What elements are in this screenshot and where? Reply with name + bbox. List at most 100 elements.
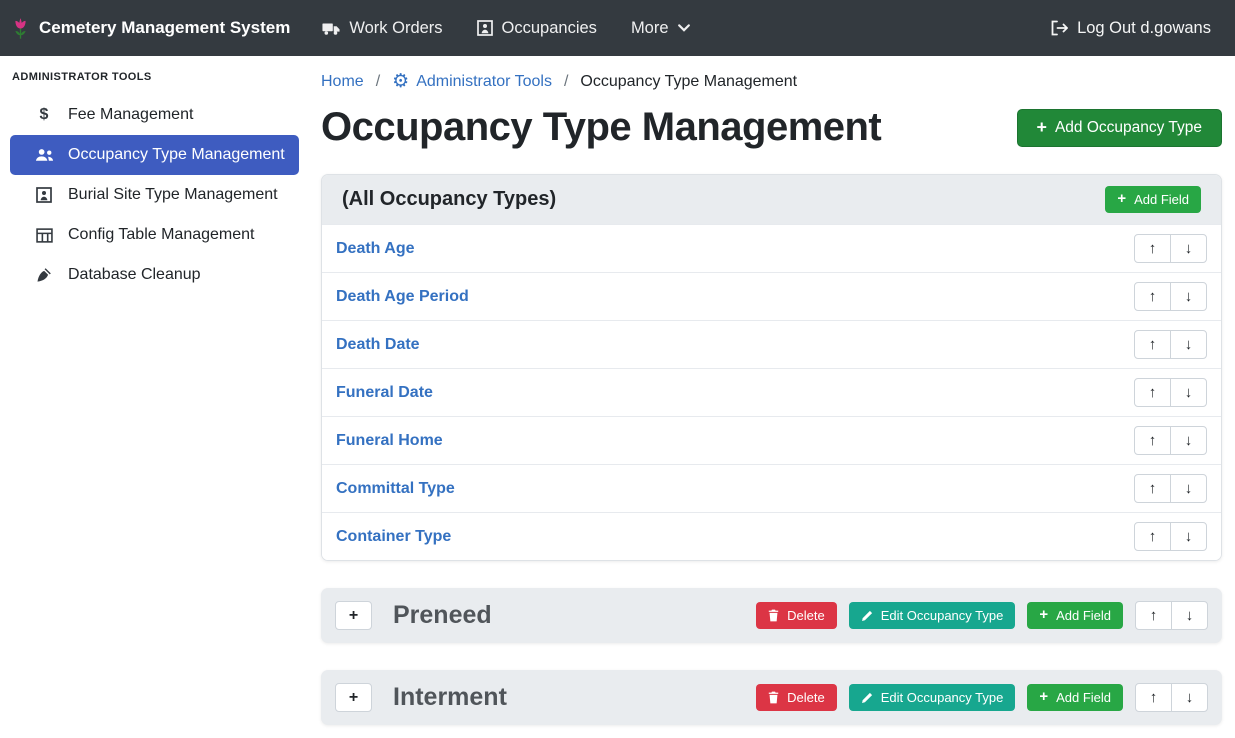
sidebar-item-fee-management[interactable]: $ Fee Management: [10, 95, 299, 135]
sidebar-item-config-table-management[interactable]: Config Table Management: [10, 215, 299, 255]
add-field-button[interactable]: + Add Field: [1105, 186, 1201, 213]
field-row: Committal Type ↑ ↓: [322, 464, 1221, 512]
users-icon: [33, 148, 55, 162]
arrow-down-icon: ↓: [1185, 336, 1193, 353]
page-title: Occupancy Type Management: [321, 105, 881, 150]
sidebar: ADMINISTRATOR TOOLS $ Fee Management Occ…: [0, 56, 305, 738]
arrow-up-icon: ↑: [1149, 240, 1157, 257]
move-up-button[interactable]: ↑: [1135, 683, 1172, 712]
move-up-button[interactable]: ↑: [1135, 601, 1172, 630]
nav-work-orders[interactable]: Work Orders: [322, 19, 442, 38]
occupancy-type-title: Interment: [393, 683, 756, 712]
field-row: Death Date ↑ ↓: [322, 320, 1221, 368]
layout: ADMINISTRATOR TOOLS $ Fee Management Occ…: [0, 56, 1235, 738]
field-row: Death Age ↑ ↓: [322, 224, 1221, 272]
section-actions: Delete Edit Occupancy Type +: [756, 601, 1208, 630]
arrow-up-icon: ↑: [1150, 607, 1158, 624]
field-row: Funeral Home ↑ ↓: [322, 416, 1221, 464]
move-down-button[interactable]: ↓: [1171, 601, 1208, 630]
move-down-button[interactable]: ↓: [1170, 282, 1207, 311]
arrow-up-icon: ↑: [1149, 528, 1157, 545]
sidebar-item-occupancy-type-management[interactable]: Occupancy Type Management: [10, 135, 299, 175]
breadcrumb-current: Occupancy Type Management: [580, 73, 797, 91]
field-link[interactable]: Funeral Date: [336, 384, 433, 402]
arrow-up-icon: ↑: [1149, 384, 1157, 401]
plus-icon: +: [349, 607, 358, 625]
add-occupancy-type-label: Add Occupancy Type: [1055, 119, 1202, 137]
nav-occupancies[interactable]: Occupancies: [477, 19, 597, 38]
field-row: Container Type ↑ ↓: [322, 512, 1221, 560]
nav-work-orders-label: Work Orders: [349, 19, 442, 38]
move-up-button[interactable]: ↑: [1134, 378, 1171, 407]
breadcrumb-admin-tools[interactable]: ⚙ Administrator Tools: [392, 72, 552, 91]
reorder-button-group: ↑ ↓: [1134, 378, 1207, 407]
plus-icon: +: [1117, 192, 1126, 207]
edit-occupancy-type-button[interactable]: Edit Occupancy Type: [849, 684, 1016, 711]
logout-link[interactable]: Log Out d.gowans: [1050, 19, 1211, 38]
sidebar-item-database-cleanup[interactable]: Database Cleanup: [10, 255, 299, 295]
move-up-button[interactable]: ↑: [1134, 522, 1171, 551]
expand-section-button[interactable]: +: [335, 683, 372, 712]
arrow-down-icon: ↓: [1185, 528, 1193, 545]
all-types-card-title: (All Occupancy Types): [342, 188, 556, 211]
move-up-button[interactable]: ↑: [1134, 330, 1171, 359]
top-navbar: Cemetery Management System Work Orders: [0, 0, 1235, 56]
sidebar-item-label: Occupancy Type Management: [68, 146, 285, 164]
plus-icon: +: [1037, 119, 1047, 137]
arrow-down-icon: ↓: [1185, 384, 1193, 401]
field-link[interactable]: Death Age: [336, 240, 415, 258]
move-down-button[interactable]: ↓: [1170, 378, 1207, 407]
add-occupancy-type-button[interactable]: + Add Occupancy Type: [1017, 109, 1222, 147]
field-link[interactable]: Container Type: [336, 528, 451, 546]
move-up-button[interactable]: ↑: [1134, 282, 1171, 311]
arrow-up-icon: ↑: [1149, 288, 1157, 305]
move-down-button[interactable]: ↓: [1171, 683, 1208, 712]
trash-icon: [768, 691, 779, 704]
add-field-button[interactable]: + Add Field: [1027, 602, 1123, 629]
move-down-button[interactable]: ↓: [1170, 330, 1207, 359]
edit-occupancy-type-button[interactable]: Edit Occupancy Type: [849, 602, 1016, 629]
expand-section-button[interactable]: +: [335, 601, 372, 630]
sidebar-item-burial-site-type-management[interactable]: Burial Site Type Management: [10, 175, 299, 215]
move-up-button[interactable]: ↑: [1134, 426, 1171, 455]
field-link[interactable]: Committal Type: [336, 480, 455, 498]
move-down-button[interactable]: ↓: [1170, 474, 1207, 503]
occupancy-type-title: Preneed: [393, 601, 756, 630]
arrow-up-icon: ↑: [1149, 432, 1157, 449]
field-link[interactable]: Funeral Home: [336, 432, 443, 450]
sidebar-item-label: Burial Site Type Management: [68, 186, 278, 204]
reorder-button-group: ↑ ↓: [1134, 234, 1207, 263]
field-link[interactable]: Death Age Period: [336, 288, 469, 306]
reorder-button-group: ↑ ↓: [1135, 683, 1208, 712]
delete-label: Delete: [787, 608, 825, 623]
edit-occupancy-type-label: Edit Occupancy Type: [881, 690, 1004, 705]
breadcrumb-home[interactable]: Home: [321, 73, 364, 91]
breadcrumb-separator: /: [561, 73, 571, 91]
app-brand[interactable]: Cemetery Management System: [12, 16, 290, 41]
arrow-up-icon: ↑: [1149, 480, 1157, 497]
move-down-button[interactable]: ↓: [1170, 426, 1207, 455]
add-field-button[interactable]: + Add Field: [1027, 684, 1123, 711]
dollar-icon: $: [33, 106, 55, 124]
nav-occupancies-label: Occupancies: [502, 19, 597, 38]
field-row: Death Age Period ↑ ↓: [322, 272, 1221, 320]
field-link[interactable]: Death Date: [336, 336, 420, 354]
move-up-button[interactable]: ↑: [1134, 234, 1171, 263]
move-up-button[interactable]: ↑: [1134, 474, 1171, 503]
breadcrumb: Home / ⚙ Administrator Tools / Occupancy…: [321, 72, 1222, 91]
move-down-button[interactable]: ↓: [1170, 234, 1207, 263]
edit-occupancy-type-label: Edit Occupancy Type: [881, 608, 1004, 623]
reorder-button-group: ↑ ↓: [1134, 522, 1207, 551]
main-nav: Work Orders Occupancies More: [322, 19, 689, 38]
nav-more[interactable]: More: [631, 19, 690, 38]
delete-button[interactable]: Delete: [756, 684, 837, 711]
plus-icon: +: [1039, 608, 1048, 623]
pencil-icon: [861, 692, 873, 704]
arrow-down-icon: ↓: [1185, 480, 1193, 497]
title-row: Occupancy Type Management + Add Occupanc…: [321, 105, 1222, 150]
app-root: Cemetery Management System Work Orders: [0, 0, 1235, 738]
table-icon: [33, 228, 55, 243]
add-field-label: Add Field: [1134, 192, 1189, 207]
move-down-button[interactable]: ↓: [1170, 522, 1207, 551]
delete-button[interactable]: Delete: [756, 602, 837, 629]
